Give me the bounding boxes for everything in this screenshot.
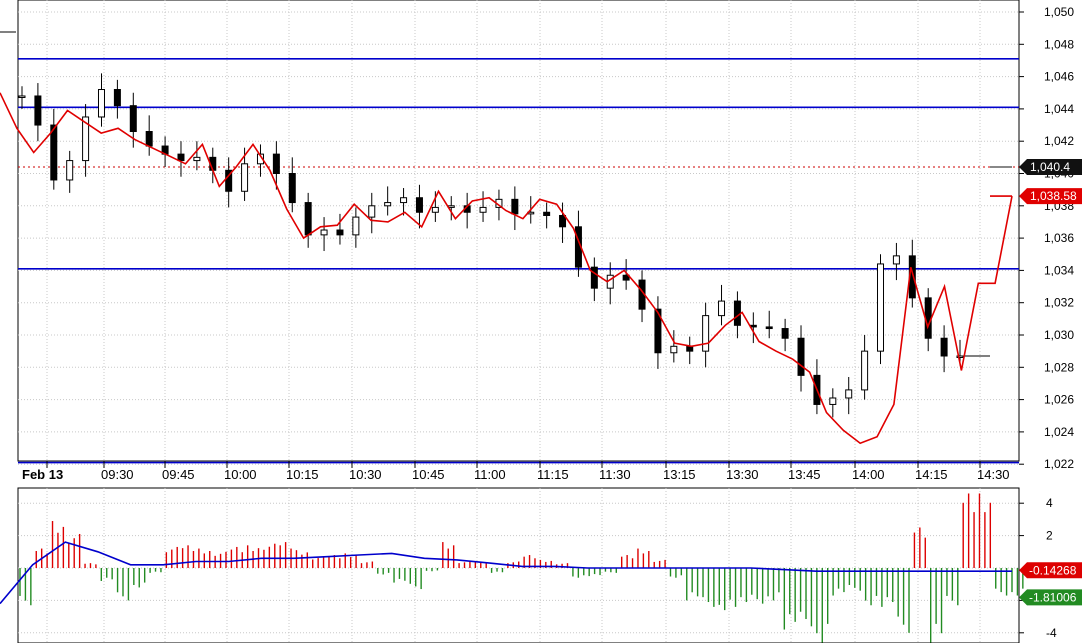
oscillator-tick-label: -4 bbox=[1046, 626, 1057, 640]
price-tick-label: 1,044 bbox=[1044, 102, 1074, 116]
candle-body bbox=[336, 229, 344, 236]
price-tick-label: 1,030 bbox=[1044, 328, 1074, 342]
oscillator-tick-label: 4 bbox=[1046, 496, 1053, 510]
oscillator-tick-label: 2 bbox=[1046, 529, 1053, 543]
price-tick-label: 1,050 bbox=[1044, 5, 1074, 19]
candle-body bbox=[272, 153, 280, 174]
candle-body bbox=[559, 214, 567, 228]
candle-body bbox=[288, 173, 296, 204]
candle-body bbox=[861, 350, 869, 391]
candle-body bbox=[113, 89, 121, 107]
candle-body bbox=[829, 397, 837, 405]
candle-body bbox=[590, 266, 598, 289]
price-tick-label: 1,022 bbox=[1044, 457, 1074, 471]
time-tick-label: 11:15 bbox=[537, 467, 569, 482]
time-tick-label: 14:15 bbox=[915, 467, 948, 482]
candle-body bbox=[543, 211, 551, 216]
time-tick-label: 14:00 bbox=[852, 467, 885, 482]
time-tick-label: 10:15 bbox=[286, 467, 319, 482]
candle-body bbox=[845, 389, 853, 399]
time-tick-label: 13:45 bbox=[788, 467, 821, 482]
candle-body bbox=[702, 315, 710, 352]
candle-body bbox=[352, 216, 360, 236]
price-chart[interactable]: 1,0501,0481,0461,0441,0421,0401,0381,036… bbox=[0, 0, 1082, 643]
last-price-label: 1,040.4 bbox=[1030, 160, 1070, 174]
time-tick-label: Feb 13 bbox=[22, 467, 63, 482]
candle-body bbox=[718, 300, 726, 317]
signal-value-label: -1.81006 bbox=[1029, 590, 1077, 604]
time-tick-label: 13:15 bbox=[663, 467, 696, 482]
price-tick-label: 1,024 bbox=[1044, 425, 1074, 439]
candle-body bbox=[940, 337, 948, 357]
candle-body bbox=[320, 229, 328, 236]
candle-body bbox=[479, 206, 487, 213]
candle-body bbox=[193, 156, 201, 162]
candle-body bbox=[368, 205, 376, 218]
candle-body bbox=[384, 202, 392, 207]
histogram-value-label: -0.14268 bbox=[1029, 563, 1077, 577]
price-tick-label: 1,028 bbox=[1044, 360, 1074, 374]
line-value-label: 1,038.58 bbox=[1030, 189, 1077, 203]
time-tick-label: 13:30 bbox=[726, 467, 759, 482]
time-tick-label: 10:30 bbox=[349, 467, 382, 482]
time-tick-label: 10:45 bbox=[412, 467, 445, 482]
candle-body bbox=[129, 105, 137, 133]
candle-body bbox=[877, 263, 885, 352]
candle-body bbox=[511, 198, 519, 215]
candle-body bbox=[97, 89, 105, 118]
candle-body bbox=[733, 300, 741, 326]
candle-body bbox=[781, 328, 789, 339]
price-tick-label: 1,026 bbox=[1044, 393, 1074, 407]
price-tick-label: 1,048 bbox=[1044, 37, 1074, 51]
candle-body bbox=[18, 95, 26, 98]
candle-body bbox=[431, 206, 439, 213]
candle-body bbox=[177, 153, 185, 162]
candle-body bbox=[400, 197, 408, 204]
candle-body bbox=[924, 297, 932, 339]
candle-body bbox=[50, 124, 58, 181]
candle-body bbox=[304, 202, 312, 236]
time-tick-label: 11:30 bbox=[599, 467, 631, 482]
candle-body bbox=[241, 163, 249, 192]
candle-body bbox=[797, 337, 805, 376]
candle-body bbox=[670, 345, 678, 354]
time-tick-label: 11:00 bbox=[474, 467, 506, 482]
candle-body bbox=[145, 131, 153, 147]
time-tick-label: 10:00 bbox=[224, 467, 257, 482]
candle-body bbox=[34, 95, 42, 126]
time-tick-label: 09:30 bbox=[101, 467, 134, 482]
price-tick-label: 1,046 bbox=[1044, 70, 1074, 84]
candle-body bbox=[415, 197, 423, 213]
candle-body bbox=[765, 326, 773, 330]
price-tick-label: 1,034 bbox=[1044, 263, 1074, 277]
price-tick-label: 1,042 bbox=[1044, 134, 1074, 148]
price-tick-label: 1,032 bbox=[1044, 296, 1074, 310]
candle-body bbox=[892, 255, 900, 265]
time-tick-label: 09:45 bbox=[162, 467, 195, 482]
price-tick-label: 1,036 bbox=[1044, 231, 1074, 245]
candle-body bbox=[66, 160, 74, 181]
time-tick-label: 14:30 bbox=[977, 467, 1010, 482]
